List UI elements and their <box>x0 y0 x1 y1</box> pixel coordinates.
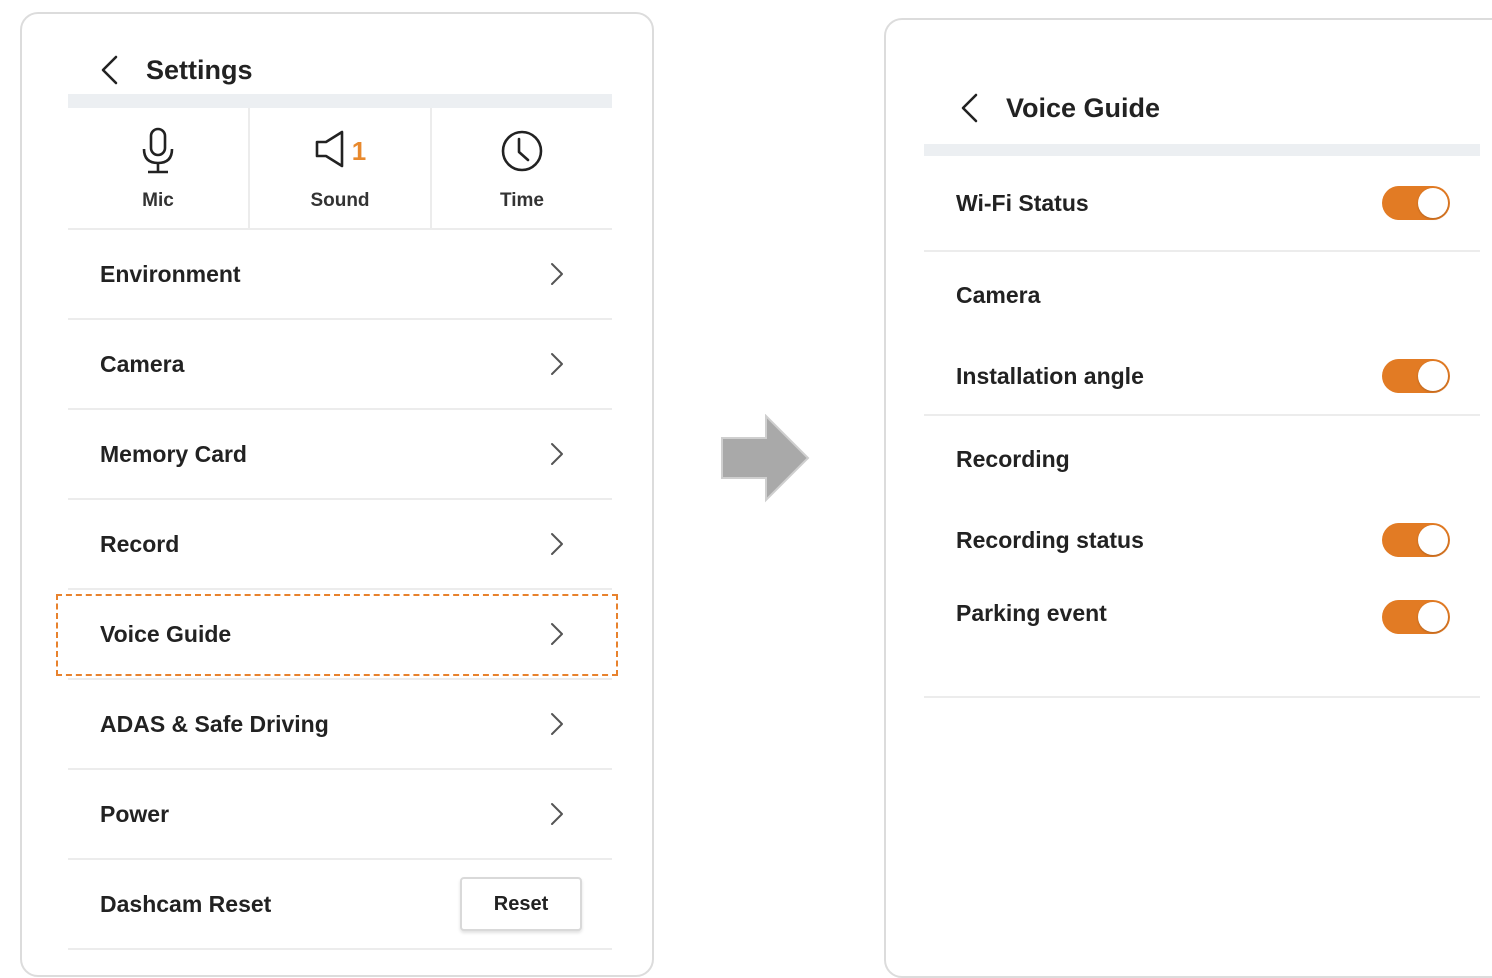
menu-item-label: Voice Guide <box>100 620 232 647</box>
toggle-knob <box>1418 188 1448 218</box>
chevron-right-icon <box>551 443 563 465</box>
setting-row-recording-status: Recording status <box>924 502 1480 578</box>
menu-item-label: Camera <box>100 350 185 377</box>
sound-level-badge: 1 <box>351 136 367 166</box>
clock-icon <box>499 126 545 176</box>
menu-item-label: Power <box>100 800 170 827</box>
sound-icon-group: 1 <box>314 126 366 176</box>
quick-time-label: Time <box>499 190 544 211</box>
menu-item-dashcam-reset: Dashcam Reset Reset <box>68 860 612 950</box>
voice-guide-header: Voice Guide <box>958 86 1160 130</box>
chevron-right-icon <box>551 803 563 825</box>
setting-label: Parking event <box>956 600 1107 626</box>
mic-icon <box>138 126 178 176</box>
menu-item-camera[interactable]: Camera <box>68 320 612 410</box>
quick-sound-label: Sound <box>310 190 370 211</box>
menu-item-adas-safe-driving[interactable]: ADAS & Safe Driving <box>68 680 612 770</box>
installation-angle-toggle[interactable] <box>1382 359 1450 393</box>
right-arrow-icon <box>721 414 810 503</box>
header-separator <box>924 144 1480 156</box>
setting-row-parking-event: Parking event <box>924 578 1480 698</box>
menu-item-label: Memory Card <box>100 440 247 467</box>
menu-item-memory-card[interactable]: Memory Card <box>68 410 612 500</box>
chevron-right-icon <box>551 713 563 735</box>
parking-event-toggle[interactable] <box>1382 600 1450 634</box>
menu-item-environment[interactable]: Environment <box>68 230 612 320</box>
quick-mic-label: Mic <box>142 190 174 211</box>
chevron-right-icon <box>551 533 563 555</box>
header-separator <box>68 94 612 108</box>
menu-item-voice-guide[interactable]: Voice Guide <box>68 590 612 680</box>
section-header-recording: Recording <box>924 416 1480 502</box>
setting-label: Wi-Fi Status <box>956 189 1089 216</box>
settings-header: Settings <box>98 48 253 92</box>
settings-panel: Settings Mic 1 Sound Time Environment Ca… <box>20 12 654 977</box>
page-title: Settings <box>146 54 253 85</box>
section-header-camera: Camera <box>924 252 1480 338</box>
toggle-knob <box>1418 361 1448 391</box>
quick-settings-row: Mic 1 Sound Time <box>68 108 612 230</box>
reset-button[interactable]: Reset <box>460 877 582 931</box>
menu-item-label: Record <box>100 530 180 557</box>
speaker-icon <box>314 129 346 174</box>
voice-guide-panel: Voice Guide Wi-Fi Status Camera Installa… <box>884 18 1492 978</box>
quick-time-button[interactable]: Time <box>430 108 612 228</box>
setting-row-installation-angle: Installation angle <box>924 338 1480 416</box>
chevron-right-icon <box>551 263 563 285</box>
chevron-right-icon <box>551 623 563 645</box>
chevron-right-icon <box>551 353 563 375</box>
recording-status-toggle[interactable] <box>1382 523 1450 557</box>
setting-label: Recording status <box>956 526 1144 553</box>
wifi-status-toggle[interactable] <box>1382 186 1450 220</box>
menu-item-record[interactable]: Record <box>68 500 612 590</box>
menu-item-label: ADAS & Safe Driving <box>100 710 329 737</box>
back-arrow-icon[interactable] <box>98 54 122 86</box>
menu-item-label: Environment <box>100 260 241 287</box>
page-title: Voice Guide <box>1006 92 1161 123</box>
quick-sound-button[interactable]: 1 Sound <box>248 108 430 228</box>
setting-label: Installation angle <box>956 362 1144 389</box>
menu-item-label: Dashcam Reset <box>100 890 272 917</box>
back-arrow-icon[interactable] <box>958 92 982 124</box>
section-label: Camera <box>956 281 1041 308</box>
voice-guide-list: Wi-Fi Status Camera Installation angle R… <box>924 156 1480 698</box>
setting-row-wifi-status: Wi-Fi Status <box>924 156 1480 252</box>
settings-menu: Environment Camera Memory Card Record Vo… <box>68 230 612 950</box>
toggle-knob <box>1418 525 1448 555</box>
quick-mic-button[interactable]: Mic <box>68 108 248 228</box>
toggle-knob <box>1418 602 1448 632</box>
menu-item-power[interactable]: Power <box>68 770 612 860</box>
section-label: Recording <box>956 445 1070 472</box>
